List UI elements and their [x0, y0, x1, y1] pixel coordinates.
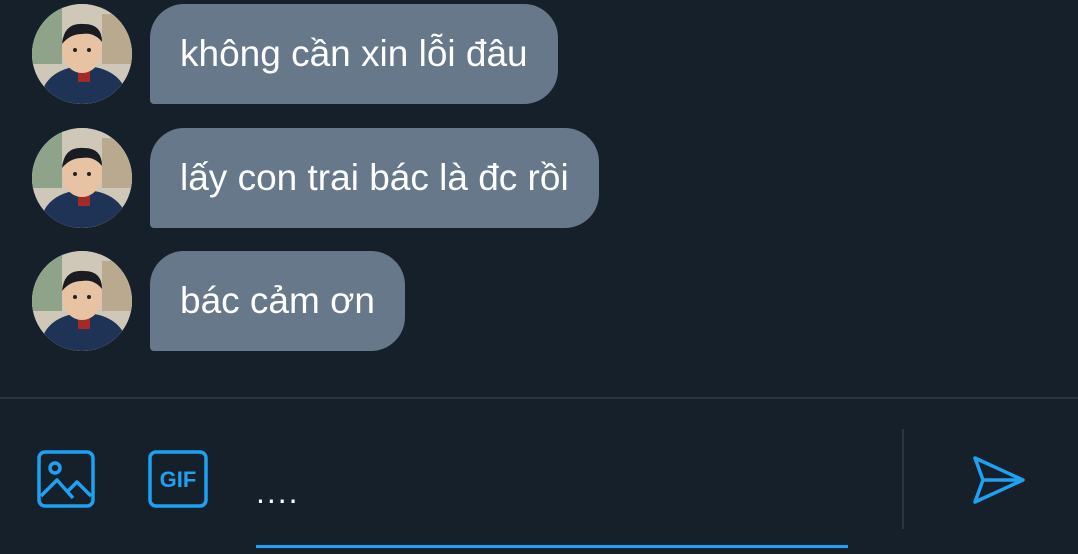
send-icon: [973, 456, 1025, 504]
input-focus-underline: [256, 545, 848, 548]
message-list: không cần xin lỗi đâu lấy con trai bác l…: [0, 0, 1078, 396]
message-bubble[interactable]: không cần xin lỗi đâu: [150, 4, 558, 104]
send-button[interactable]: [966, 447, 1032, 513]
gif-icon: GIF: [148, 450, 208, 508]
avatar[interactable]: [32, 4, 132, 104]
image-icon: [37, 450, 95, 508]
message-bubble[interactable]: lấy con trai bác là đc rồi: [150, 128, 599, 228]
avatar[interactable]: [32, 128, 132, 228]
composer-separator: [902, 429, 904, 529]
message-input-wrapper: [256, 439, 848, 549]
message-row: bác cảm ơn: [32, 251, 405, 351]
gif-label: GIF: [160, 467, 197, 492]
message-composer: GIF: [0, 399, 1078, 554]
add-image-button[interactable]: [36, 449, 96, 509]
message-row: không cần xin lỗi đâu: [32, 4, 558, 104]
message-input[interactable]: [256, 467, 848, 517]
message-bubble[interactable]: bác cảm ơn: [150, 251, 405, 351]
avatar[interactable]: [32, 251, 132, 351]
message-row: lấy con trai bác là đc rồi: [32, 128, 599, 228]
add-gif-button[interactable]: GIF: [148, 449, 208, 509]
dm-conversation: không cần xin lỗi đâu lấy con trai bác l…: [0, 0, 1078, 554]
